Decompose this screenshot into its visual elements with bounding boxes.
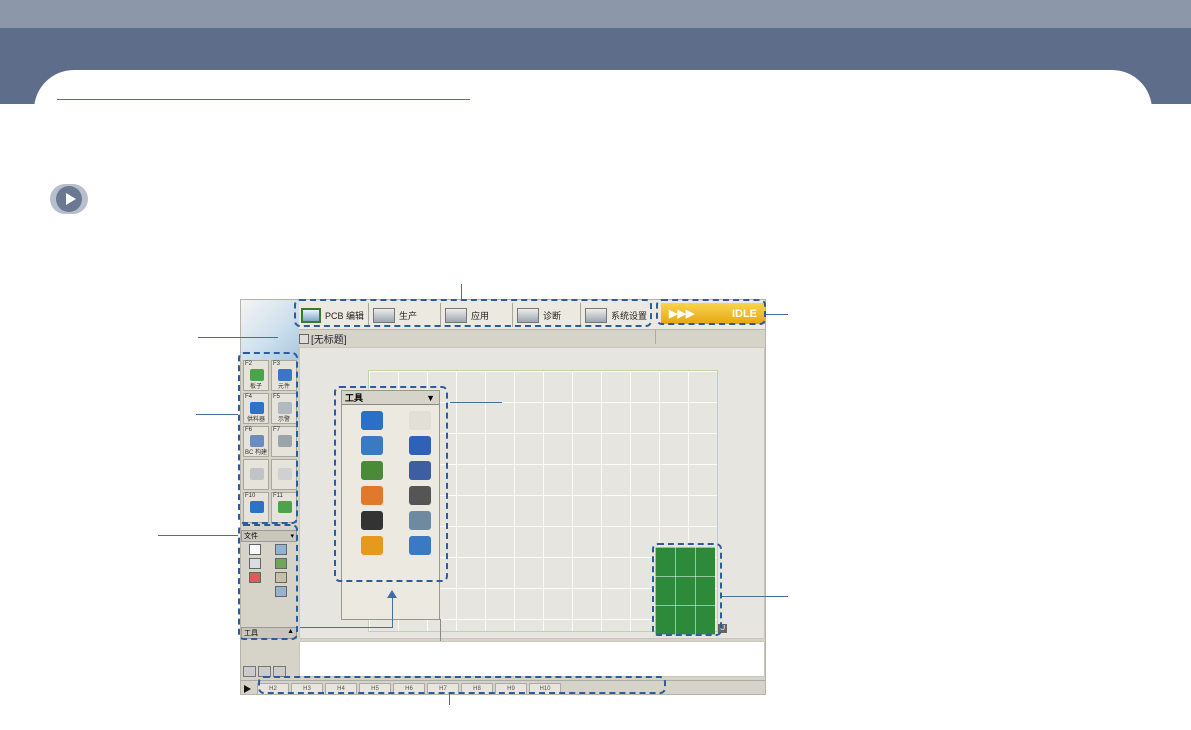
callout-pcb-box	[652, 543, 722, 636]
logo	[241, 300, 299, 360]
title-divider	[655, 330, 656, 344]
document-title: [无标题]	[299, 331, 347, 346]
callout-status-box	[656, 299, 766, 325]
callout-tools-box	[334, 386, 448, 582]
callout-fkey-box	[238, 352, 298, 524]
top-strip	[0, 0, 1191, 28]
callout-fbar-box	[258, 676, 666, 694]
callout-line-menu	[461, 284, 462, 299]
play-circle-icon[interactable]	[50, 184, 88, 214]
callout-line-pcb	[722, 596, 788, 597]
play-icon[interactable]	[244, 684, 251, 693]
callout-line-fkeys	[196, 414, 238, 415]
callout-line-fbar	[449, 694, 450, 705]
callout-line-file	[158, 535, 238, 536]
title-underline	[57, 99, 470, 100]
keyboard-icon[interactable]	[243, 666, 256, 677]
arrow-up-icon	[387, 590, 397, 598]
callout-line-status	[766, 314, 788, 315]
document-icon	[299, 333, 309, 344]
callout-menu-box	[294, 299, 652, 327]
callout-line-tools	[450, 402, 502, 403]
callout-file-box	[238, 524, 298, 640]
callout-arrow-stem	[392, 598, 393, 628]
callout-arrow-base	[300, 627, 393, 628]
callout-line-title	[198, 337, 278, 338]
message-area	[299, 641, 765, 677]
